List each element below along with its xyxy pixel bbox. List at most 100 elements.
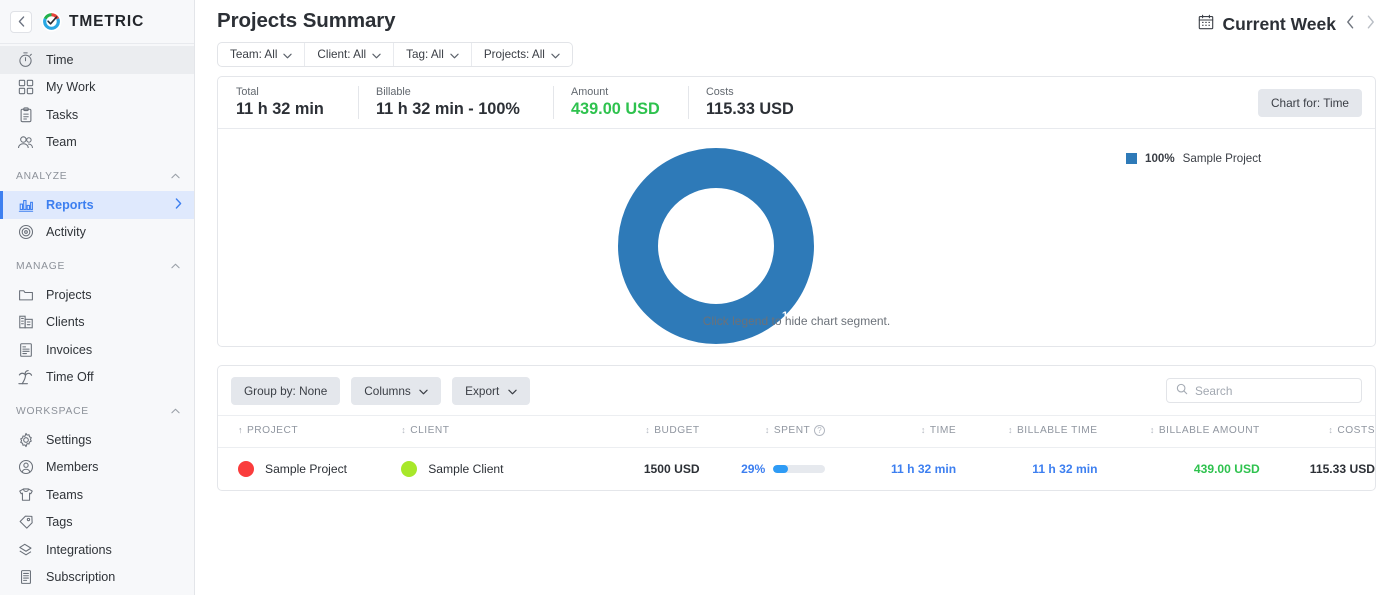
sidebar-item-integrations[interactable]: Integrations	[0, 536, 194, 564]
stat-amount: Amount 439.00 USD	[553, 77, 688, 128]
sort-icon: ↕	[645, 425, 650, 435]
cell-client[interactable]: Sample Client	[401, 448, 584, 491]
col-client[interactable]: ↕ CLIENT	[401, 416, 584, 448]
col-client-label: CLIENT	[410, 425, 449, 436]
col-costs[interactable]: ↕COSTS	[1260, 416, 1375, 448]
sort-icon: ↕	[1008, 425, 1013, 435]
stat-costs: Costs 115.33 USD	[688, 77, 838, 128]
sidebar-item-reports[interactable]: Reports	[0, 191, 194, 219]
page-header: Projects Summary Team: All Client: All	[217, 0, 1376, 67]
legend-label: Sample Project	[1183, 152, 1262, 165]
col-budget[interactable]: ↕BUDGET	[584, 416, 699, 448]
people-icon	[16, 133, 35, 152]
sidebar-section-workspace[interactable]: WORKSPACE	[0, 397, 194, 426]
chart-for-button[interactable]: Chart for: Time	[1258, 89, 1362, 117]
legend-color-swatch	[1126, 153, 1137, 164]
cell-billable-time[interactable]: 11 h 32 min	[956, 448, 1097, 491]
search-input[interactable]	[1195, 384, 1352, 398]
page-title: Projects Summary	[217, 9, 573, 33]
sidebar-item-teams[interactable]: Teams	[0, 481, 194, 509]
chevron-up-icon	[171, 171, 180, 182]
bar-chart-icon	[16, 195, 35, 214]
sort-asc-icon: ↑	[238, 425, 243, 435]
sidebar-item-subscription[interactable]: Subscription	[0, 564, 194, 592]
col-project[interactable]: ↑PROJECT	[218, 416, 401, 448]
brand-logo[interactable]: TMETRIC	[41, 11, 144, 32]
filter-team-label: Team: All	[230, 48, 277, 61]
col-billable-time[interactable]: ↕ BILLABLE TIME	[956, 416, 1097, 448]
columns-button-label: Columns	[364, 384, 411, 398]
col-spent-label: SPENT	[774, 425, 810, 436]
app-root: TMETRIC Time	[0, 0, 1400, 595]
cell-project[interactable]: Sample Project	[218, 448, 401, 491]
stat-billable: Billable 11 h 32 min - 100%	[358, 77, 553, 128]
date-prev-button[interactable]	[1345, 15, 1356, 34]
sort-icon: ↕	[401, 425, 406, 435]
sidebar-item-label: My Work	[46, 80, 95, 94]
help-icon[interactable]: ?	[814, 425, 825, 436]
sidebar-item-time[interactable]: Time	[0, 46, 194, 74]
sort-icon: ↕	[765, 425, 770, 435]
cell-time[interactable]: 11 h 32 min	[825, 448, 956, 491]
sidebar-item-tags[interactable]: Tags	[0, 509, 194, 537]
sidebar-item-settings[interactable]: Settings	[0, 426, 194, 454]
client-color-dot	[401, 461, 417, 477]
sidebar-item-label: Activity	[46, 225, 86, 239]
col-billable-amount[interactable]: ↕BILLABLE AMOUNT	[1098, 416, 1260, 448]
filter-projects[interactable]: Projects: All	[472, 43, 572, 66]
sidebar-item-label: Tags	[46, 515, 73, 529]
col-time-label: TIME	[930, 425, 956, 436]
sidebar-item-clients[interactable]: Clients	[0, 309, 194, 337]
stat-total-label: Total	[236, 86, 358, 98]
sidebar-item-projects[interactable]: Projects	[0, 281, 194, 309]
building-icon	[16, 313, 35, 332]
date-range-selector[interactable]: Current Week	[1198, 9, 1376, 35]
sidebar-item-team[interactable]: Team	[0, 129, 194, 157]
sidebar-item-tasks[interactable]: Tasks	[0, 101, 194, 129]
activity-rings-icon	[16, 223, 35, 242]
sidebar-item-my-work[interactable]: My Work	[0, 74, 194, 102]
summary-actions: Chart for: Time	[838, 77, 1375, 128]
table-head: ↑PROJECT ↕ CLIENT ↕BUDGET ↕ SPENT? ↕ TIME	[218, 416, 1375, 448]
columns-button[interactable]: Columns	[351, 377, 441, 405]
export-button-label: Export	[465, 384, 499, 398]
col-spent[interactable]: ↕ SPENT?	[700, 416, 826, 448]
legend-percent: 100%	[1145, 152, 1175, 165]
filter-tag-label: Tag: All	[406, 48, 444, 61]
sidebar-item-invoices[interactable]: Invoices	[0, 336, 194, 364]
sidebar-item-members[interactable]: Members	[0, 454, 194, 482]
sidebar-item-label: Subscription	[46, 570, 115, 584]
sidebar-item-label: Invoices	[46, 343, 92, 357]
search-box[interactable]	[1166, 378, 1362, 403]
col-billable-time-label: BILLABLE TIME	[1017, 425, 1098, 436]
brand-name: TMETRIC	[69, 13, 144, 31]
filter-tag[interactable]: Tag: All	[394, 43, 472, 66]
sidebar-item-label: Clients	[46, 315, 85, 329]
date-next-button[interactable]	[1365, 15, 1376, 34]
filter-client[interactable]: Client: All	[305, 43, 394, 66]
chevron-left-icon	[18, 16, 25, 27]
stat-billable-label: Billable	[376, 86, 553, 98]
chart-legend-item[interactable]: 100% Sample Project	[1126, 152, 1261, 165]
sidebar-item-activity[interactable]: Activity	[0, 219, 194, 247]
stat-costs-value: 115.33 USD	[706, 100, 838, 119]
summary-chart-card: Total 11 h 32 min Billable 11 h 32 min -…	[217, 76, 1376, 347]
stat-costs-label: Costs	[706, 86, 838, 98]
sort-icon: ↕	[921, 425, 926, 435]
group-by-button[interactable]: Group by: None	[231, 377, 340, 405]
chevron-down-icon	[551, 51, 560, 61]
table-header-row: ↑PROJECT ↕ CLIENT ↕BUDGET ↕ SPENT? ↕ TIME	[218, 416, 1375, 448]
filter-team[interactable]: Team: All	[218, 43, 305, 66]
sidebar-section-analyze[interactable]: ANALYZE	[0, 162, 194, 191]
sidebar-section-manage[interactable]: MANAGE	[0, 252, 194, 281]
chevron-right-icon	[175, 198, 182, 212]
table-row[interactable]: Sample Project Sample Client 1500 USD	[218, 448, 1375, 491]
export-button[interactable]: Export	[452, 377, 529, 405]
user-circle-icon	[16, 458, 35, 477]
stat-amount-label: Amount	[571, 86, 688, 98]
sidebar-item-time-off[interactable]: Time Off	[0, 364, 194, 392]
sidebar-section-label: ANALYZE	[16, 171, 67, 182]
col-time[interactable]: ↕ TIME	[825, 416, 956, 448]
sidebar-item-label: Integrations	[46, 543, 112, 557]
sidebar-collapse-button[interactable]	[10, 11, 32, 33]
